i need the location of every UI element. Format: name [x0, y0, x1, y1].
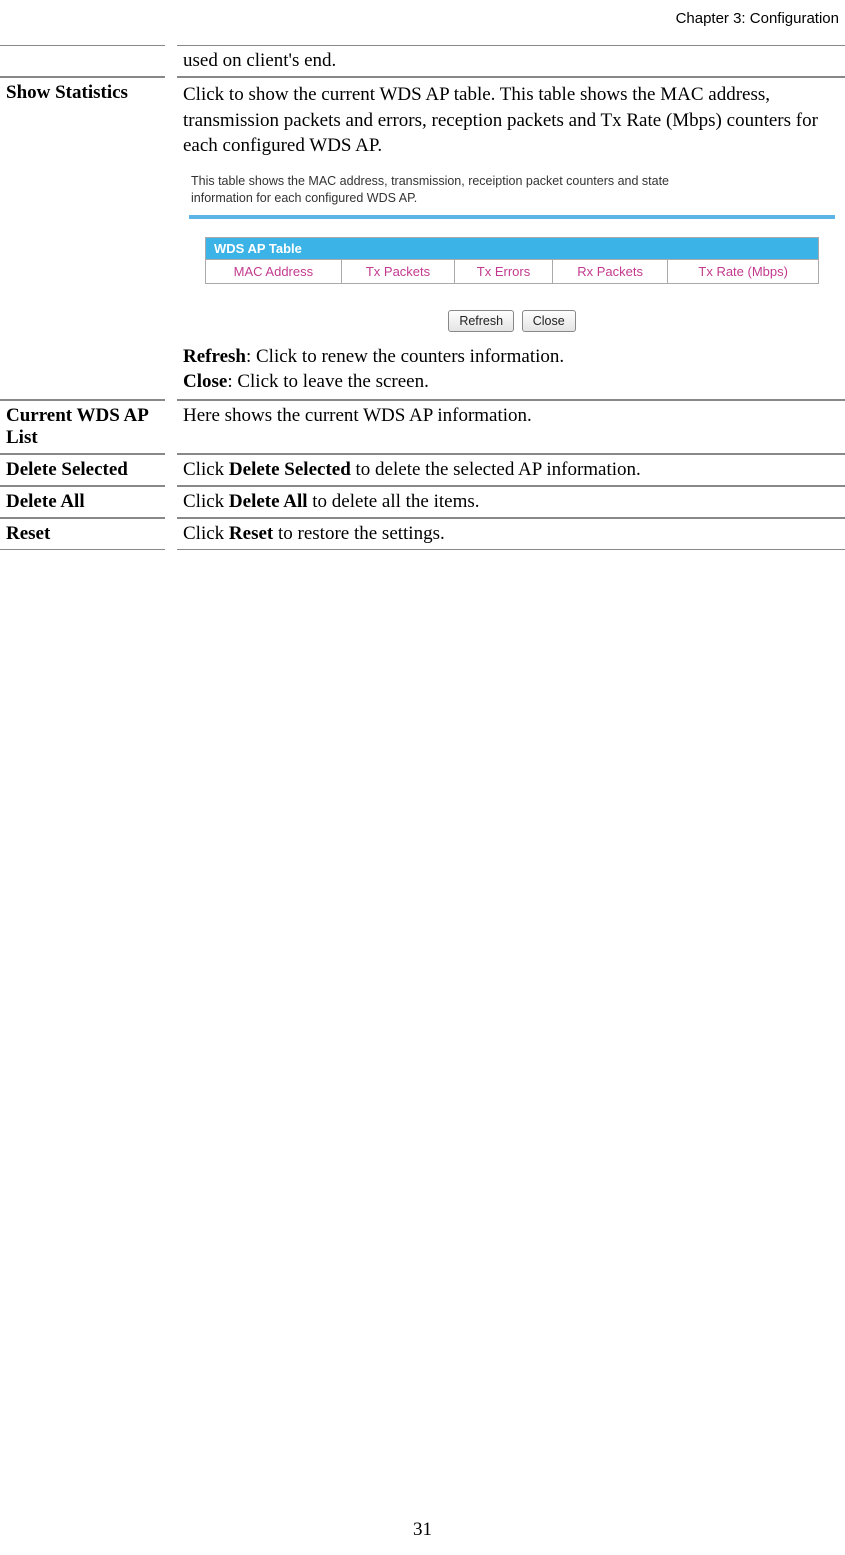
- close-note: Close: Click to leave the screen.: [183, 369, 839, 395]
- delete-all-bold: Delete All: [229, 491, 308, 512]
- desc-used-on-client: used on client's end.: [177, 45, 845, 77]
- desc-current-wds: Here shows the current WDS AP informatio…: [177, 400, 845, 454]
- close-desc: : Click to leave the screen.: [227, 371, 429, 392]
- label-show-statistics: Show Statistics: [0, 77, 165, 400]
- desc-delete-all: Click Delete All to delete all the items…: [177, 486, 845, 518]
- delete-selected-pre: Click: [183, 459, 229, 480]
- desc-show-statistics: Click to show the current WDS AP table. …: [177, 77, 845, 400]
- screenshot-intro-line2: information for each configured WDS AP.: [191, 190, 833, 207]
- row-current-wds-ap-list: Current WDS AP List Here shows the curre…: [0, 400, 845, 454]
- blue-divider: [189, 215, 835, 219]
- label-blank: [0, 45, 165, 77]
- wds-ap-table-title: WDS AP Table: [205, 237, 819, 259]
- delete-selected-bold: Delete Selected: [229, 459, 351, 480]
- reset-bold: Reset: [229, 523, 273, 544]
- wds-ap-screenshot: This table shows the MAC address, transm…: [185, 173, 839, 332]
- col-tx-errors: Tx Errors: [455, 259, 553, 283]
- col-mac-address: MAC Address: [206, 259, 342, 283]
- label-reset: Reset: [0, 518, 165, 550]
- desc-delete-selected: Click Delete Selected to delete the sele…: [177, 454, 845, 486]
- desc-reset: Click Reset to restore the settings.: [177, 518, 845, 550]
- refresh-button[interactable]: Refresh: [448, 310, 514, 332]
- page-number: 31: [0, 1519, 845, 1541]
- refresh-note: Refresh: Click to renew the counters inf…: [183, 344, 839, 370]
- screenshot-intro: This table shows the MAC address, transm…: [185, 173, 839, 207]
- page-header: Chapter 3: Configuration: [0, 0, 845, 45]
- row-delete-all: Delete All Click Delete All to delete al…: [0, 486, 845, 518]
- close-button[interactable]: Close: [522, 310, 576, 332]
- label-delete-all: Delete All: [0, 486, 165, 518]
- reset-post: to restore the settings.: [273, 523, 445, 544]
- screenshot-button-row: Refresh Close: [185, 310, 839, 332]
- close-bold: Close: [183, 371, 227, 392]
- screenshot-intro-line1: This table shows the MAC address, transm…: [191, 173, 833, 190]
- refresh-bold: Refresh: [183, 346, 246, 367]
- show-stats-intro: Click to show the current WDS AP table. …: [183, 82, 839, 159]
- label-delete-selected: Delete Selected: [0, 454, 165, 486]
- delete-selected-post: to delete the selected AP information.: [351, 459, 641, 480]
- col-rx-packets: Rx Packets: [552, 259, 668, 283]
- row-reset: Reset Click Reset to restore the setting…: [0, 518, 845, 550]
- delete-all-post: to delete all the items.: [308, 491, 480, 512]
- row-used-on-client: used on client's end.: [0, 45, 845, 77]
- reset-pre: Click: [183, 523, 229, 544]
- refresh-desc: : Click to renew the counters informatio…: [246, 346, 564, 367]
- row-show-statistics: Show Statistics Click to show the curren…: [0, 77, 845, 400]
- col-tx-rate: Tx Rate (Mbps): [668, 259, 819, 283]
- label-current-wds: Current WDS AP List: [0, 400, 165, 454]
- definition-table: used on client's end. Show Statistics Cl…: [0, 45, 845, 550]
- col-tx-packets: Tx Packets: [341, 259, 454, 283]
- row-delete-selected: Delete Selected Click Delete Selected to…: [0, 454, 845, 486]
- delete-all-pre: Click: [183, 491, 229, 512]
- wds-ap-table: MAC Address Tx Packets Tx Errors Rx Pack…: [205, 259, 819, 284]
